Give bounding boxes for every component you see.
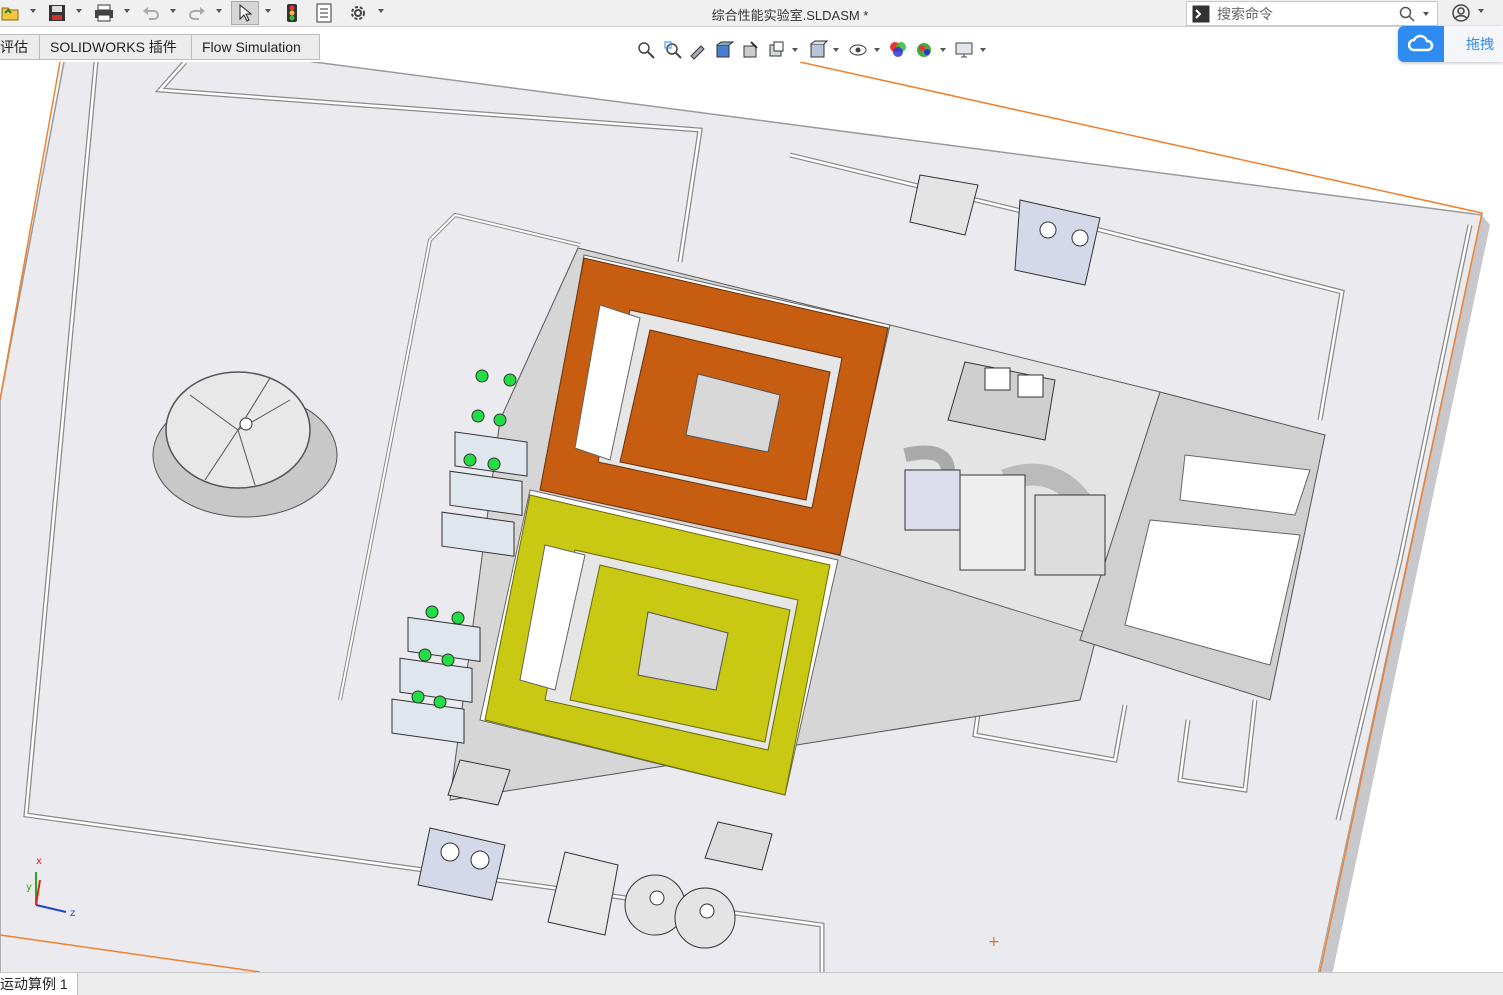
options-dropdown-icon[interactable] <box>378 9 384 13</box>
open-folder-icon <box>1 7 19 21</box>
undo-button[interactable] <box>140 2 162 24</box>
cloud-widget-label: 拖拽 <box>1466 36 1494 52</box>
heads-up-view-toolbar <box>636 38 996 62</box>
tab-solidworks-addins[interactable]: SOLIDWORKS 插件 <box>40 34 192 60</box>
triad-x-label: x <box>36 856 42 867</box>
zoom-to-fit-icon[interactable] <box>636 40 656 60</box>
display-style-icon[interactable] <box>808 40 828 60</box>
quick-access-toolbar: 综合性能实验室.SLDASM * <box>0 0 1503 27</box>
print-dropdown-icon[interactable] <box>124 9 130 13</box>
undo-icon <box>143 7 159 20</box>
file-properties-icon <box>316 3 332 23</box>
command-manager-tabs: 评估 SOLIDWORKS 插件 Flow Simulation <box>0 34 320 60</box>
search-commands-box[interactable] <box>1186 1 1438 26</box>
solidworks-window: 综合性能实验室.SLDASM * 评估 SOLIDWORKS 插件 Flow S… <box>0 0 1503 995</box>
redo-dropdown-icon[interactable] <box>216 9 222 13</box>
file-properties-button[interactable] <box>313 2 335 24</box>
save-dropdown-icon[interactable] <box>76 9 82 13</box>
save-disk-icon <box>49 5 65 21</box>
select-dropdown-icon[interactable] <box>265 9 271 13</box>
search-dropdown-icon[interactable] <box>1423 12 1429 16</box>
assembly-model-view: + x y z <box>0 62 1490 972</box>
display-style-dropdown-icon[interactable] <box>833 48 839 52</box>
select-button[interactable] <box>231 1 259 25</box>
cursor-arrow-icon <box>239 4 252 22</box>
open-file-button[interactable] <box>0 2 22 24</box>
view-settings-monitor-icon[interactable] <box>954 40 974 60</box>
tab-motion-study-1[interactable]: 运动算例 1 <box>0 973 78 995</box>
printer-icon <box>95 4 113 22</box>
zoom-to-area-icon[interactable] <box>663 40 683 60</box>
traffic-light-icon <box>287 4 297 22</box>
tab-flow-simulation[interactable]: Flow Simulation <box>192 34 320 60</box>
print-button[interactable] <box>92 2 116 24</box>
origin-marker: + <box>988 934 1000 950</box>
section-view-icon[interactable] <box>714 40 734 60</box>
triad-y-label: y <box>26 882 32 893</box>
redo-icon <box>189 7 205 20</box>
account-dropdown-icon[interactable] <box>1478 9 1484 13</box>
gear-icon <box>351 6 365 20</box>
save-button[interactable] <box>46 2 68 24</box>
command-prompt-icon <box>1192 5 1210 23</box>
rebuild-button[interactable] <box>282 2 302 24</box>
hide-show-dropdown-icon[interactable] <box>874 48 880 52</box>
dynamic-annotation-icon[interactable] <box>741 40 761 60</box>
search-icon[interactable] <box>1399 6 1415 22</box>
undo-dropdown-icon[interactable] <box>170 9 176 13</box>
apply-scene-icon[interactable] <box>914 40 934 60</box>
previous-view-icon[interactable] <box>688 40 708 60</box>
cloud-upload-widget[interactable]: 拖拽 <box>1398 26 1503 62</box>
cloud-drive-icon <box>1398 26 1444 62</box>
document-title: 综合性能实验室.SLDASM * <box>711 8 869 23</box>
view-settings-dropdown-icon[interactable] <box>980 48 986 52</box>
open-dropdown-icon[interactable] <box>30 9 36 13</box>
view-orientation-dropdown-icon[interactable] <box>792 48 798 52</box>
hide-show-items-icon[interactable] <box>848 40 868 60</box>
graphics-area[interactable]: + x y z <box>0 62 1503 972</box>
search-input[interactable] <box>1217 4 1397 23</box>
tab-evaluate[interactable]: 评估 <box>0 34 40 60</box>
edit-appearance-icon[interactable] <box>888 40 908 60</box>
triad-z-label: z <box>70 908 75 919</box>
apply-scene-dropdown-icon[interactable] <box>940 48 946 52</box>
motion-study-tabs: 运动算例 1 <box>0 972 1503 995</box>
user-account-icon[interactable] <box>1452 4 1470 22</box>
options-button[interactable] <box>346 2 370 24</box>
redo-button[interactable] <box>186 2 208 24</box>
view-orientation-icon[interactable] <box>766 40 786 60</box>
